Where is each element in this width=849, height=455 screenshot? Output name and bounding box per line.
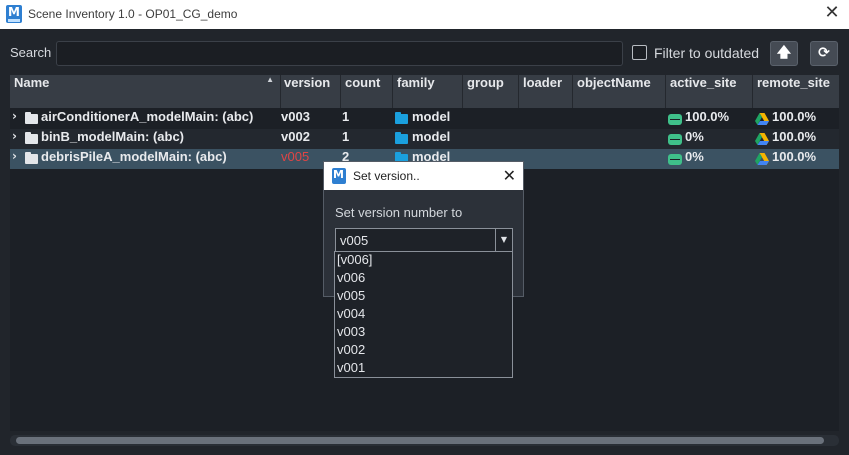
family-folder-icon (395, 112, 408, 124)
folder-icon (25, 112, 38, 124)
version-option[interactable]: v003 (337, 324, 365, 342)
version-option[interactable]: v001 (337, 360, 365, 378)
column-header-active-site[interactable]: active_site (666, 75, 753, 108)
window-title: Scene Inventory 1.0 - OP01_CG_demo (28, 7, 238, 21)
dialog-title-bar: Set version.. ✕ (324, 162, 523, 190)
filter-outdated-checkbox[interactable] (632, 45, 647, 60)
dialog-title: Set version.. (353, 169, 420, 183)
row-count: 1 (342, 109, 350, 124)
row-remote-site: 100.0% (772, 129, 817, 144)
row-remote-site: 100.0% (772, 149, 817, 164)
google-drive-icon (755, 133, 769, 145)
expand-chevron-icon[interactable]: › (12, 109, 17, 123)
row-name: binB_modelMain: (abc) (41, 129, 185, 144)
folder-icon (25, 152, 38, 164)
search-input[interactable] (56, 41, 623, 66)
column-header-name[interactable]: Name ▲ (10, 75, 281, 108)
window-close-button[interactable]: ✕ (823, 3, 841, 23)
row-version: v002 (281, 129, 310, 144)
row-active-site: 0% (685, 129, 704, 144)
sort-ascending-icon: ▲ (266, 75, 274, 84)
table-row[interactable]: › airConditionerA_modelMain: (abc) v003 … (10, 109, 839, 129)
active-site-icon (668, 134, 682, 145)
version-select[interactable]: v005 ▼ (335, 228, 513, 252)
row-name: debrisPileA_modelMain: (abc) (41, 149, 227, 164)
column-header-version[interactable]: version (280, 75, 341, 108)
row-version-outdated: v005 (281, 149, 310, 164)
google-drive-icon (755, 153, 769, 165)
version-option[interactable]: [v006] (337, 252, 372, 270)
column-header-loader[interactable]: loader (519, 75, 573, 108)
version-option[interactable]: v002 (337, 342, 365, 360)
column-header-group[interactable]: group (463, 75, 519, 108)
horizontal-scrollbar[interactable] (10, 435, 839, 446)
expand-chevron-icon[interactable]: › (12, 149, 17, 163)
table-header: Name ▲ version count family group loader… (10, 75, 839, 108)
refresh-button[interactable]: ⟳ (810, 41, 838, 66)
version-option[interactable]: v006 (337, 270, 365, 288)
row-family: model (412, 109, 451, 124)
row-active-site: 0% (685, 149, 704, 164)
row-remote-site: 100.0% (772, 109, 817, 124)
version-option[interactable]: v005 (337, 288, 365, 306)
column-header-objectname[interactable]: objectName (573, 75, 666, 108)
app-logo-icon (332, 168, 346, 184)
version-select-value: v005 (340, 233, 369, 248)
version-option[interactable]: v004 (337, 306, 365, 324)
version-dropdown-list: [v006] v006 v005 v004 v003 v002 v001 (334, 251, 513, 378)
active-site-icon (668, 114, 682, 125)
scrollbar-thumb[interactable] (16, 437, 824, 444)
expand-chevron-icon[interactable]: › (12, 129, 17, 143)
column-header-family[interactable]: family (393, 75, 463, 108)
row-family: model (412, 129, 451, 144)
google-drive-icon (755, 113, 769, 125)
active-site-icon (668, 154, 682, 165)
row-version: v003 (281, 109, 310, 124)
column-header-remote-site[interactable]: remote_site (753, 75, 839, 108)
search-label: Search (10, 45, 52, 60)
column-header-count[interactable]: count (341, 75, 393, 108)
chevron-down-icon[interactable]: ▼ (495, 229, 512, 251)
app-logo-icon (6, 5, 22, 23)
title-bar: Scene Inventory 1.0 - OP01_CG_demo ✕ (0, 0, 849, 29)
filter-outdated-label[interactable]: Filter to outdated (654, 45, 759, 61)
version-prompt-label: Set version number to (335, 205, 463, 220)
column-header-label: Name (14, 75, 50, 90)
dialog-close-button[interactable]: ✕ (503, 166, 516, 185)
update-all-button[interactable]: 🡅 (770, 41, 798, 66)
table-row[interactable]: › binB_modelMain: (abc) v002 1 model 0% … (10, 129, 839, 149)
row-count: 1 (342, 129, 350, 144)
row-active-site: 100.0% (685, 109, 730, 124)
row-name: airConditionerA_modelMain: (abc) (41, 109, 254, 124)
folder-icon (25, 132, 38, 144)
family-folder-icon (395, 132, 408, 144)
